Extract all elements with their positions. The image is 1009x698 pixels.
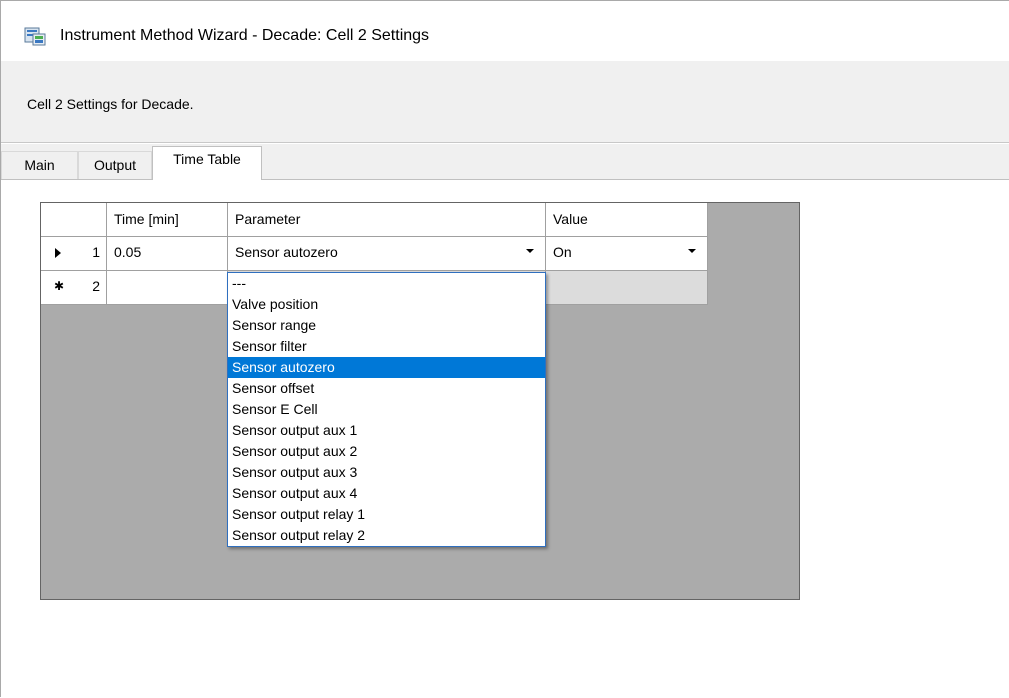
- parameter-dropdown-list[interactable]: --- Valve position Sensor range Sensor f…: [227, 272, 546, 547]
- parameter-combobox-value: Sensor autozero: [235, 244, 338, 260]
- tab-output-label: Output: [93, 157, 137, 173]
- column-header-value-label: Value: [553, 211, 588, 227]
- dropdown-arrow-icon[interactable]: [688, 249, 696, 253]
- title-bar: Instrument Method Wizard - Decade: Cell …: [1, 1, 1009, 61]
- dropdown-option[interactable]: Sensor filter: [228, 336, 545, 357]
- page-description: Cell 2 Settings for Decade.: [27, 96, 194, 112]
- cell-time-value: 0.05: [114, 244, 142, 260]
- row-header-1[interactable]: 1: [41, 237, 107, 271]
- tab-main-label: Main: [24, 157, 55, 173]
- row-number: 2: [92, 278, 100, 294]
- cell-time-row-1[interactable]: 0.05: [107, 237, 228, 271]
- dropdown-option[interactable]: Valve position: [228, 294, 545, 315]
- tab-output[interactable]: Output: [78, 151, 152, 179]
- value-combobox[interactable]: On: [546, 237, 708, 271]
- dropdown-option[interactable]: Sensor output relay 2: [228, 525, 545, 546]
- new-row-asterisk-icon: ✱: [54, 279, 65, 293]
- column-header-time[interactable]: Time [min]: [107, 203, 228, 237]
- tab-time-table-label: Time Table: [173, 151, 241, 167]
- current-row-arrow-icon: [55, 248, 61, 258]
- dropdown-option[interactable]: Sensor output aux 2: [228, 441, 545, 462]
- parameter-combobox[interactable]: Sensor autozero: [228, 237, 546, 271]
- row-header-2[interactable]: ✱ 2: [41, 271, 107, 305]
- dropdown-option[interactable]: Sensor offset: [228, 378, 545, 399]
- grid-corner-header: [41, 203, 107, 237]
- dropdown-option-selected[interactable]: Sensor autozero: [228, 357, 545, 378]
- cell-time-row-2[interactable]: [107, 271, 228, 305]
- dropdown-option[interactable]: Sensor output aux 1: [228, 420, 545, 441]
- dropdown-option[interactable]: Sensor output relay 1: [228, 504, 545, 525]
- dropdown-option[interactable]: Sensor output aux 4: [228, 483, 545, 504]
- column-header-value[interactable]: Value: [546, 203, 708, 237]
- row-number: 1: [92, 244, 100, 260]
- dropdown-option[interactable]: Sensor output aux 3: [228, 462, 545, 483]
- tab-main[interactable]: Main: [1, 151, 78, 179]
- column-header-time-label: Time [min]: [114, 211, 179, 227]
- dropdown-option[interactable]: ---: [228, 273, 545, 294]
- column-header-parameter-label: Parameter: [235, 211, 301, 227]
- wizard-window: Instrument Method Wizard - Decade: Cell …: [0, 0, 1009, 698]
- column-header-parameter[interactable]: Parameter: [228, 203, 546, 237]
- cell-value-row-2[interactable]: [546, 271, 708, 305]
- tab-time-table[interactable]: Time Table: [152, 146, 262, 180]
- dropdown-option[interactable]: Sensor range: [228, 315, 545, 336]
- wizard-app-icon: [24, 27, 46, 46]
- value-combobox-value: On: [553, 244, 572, 260]
- dropdown-arrow-icon[interactable]: [526, 249, 534, 253]
- window-title: Instrument Method Wizard - Decade: Cell …: [60, 27, 430, 44]
- dropdown-option[interactable]: Sensor E Cell: [228, 399, 545, 420]
